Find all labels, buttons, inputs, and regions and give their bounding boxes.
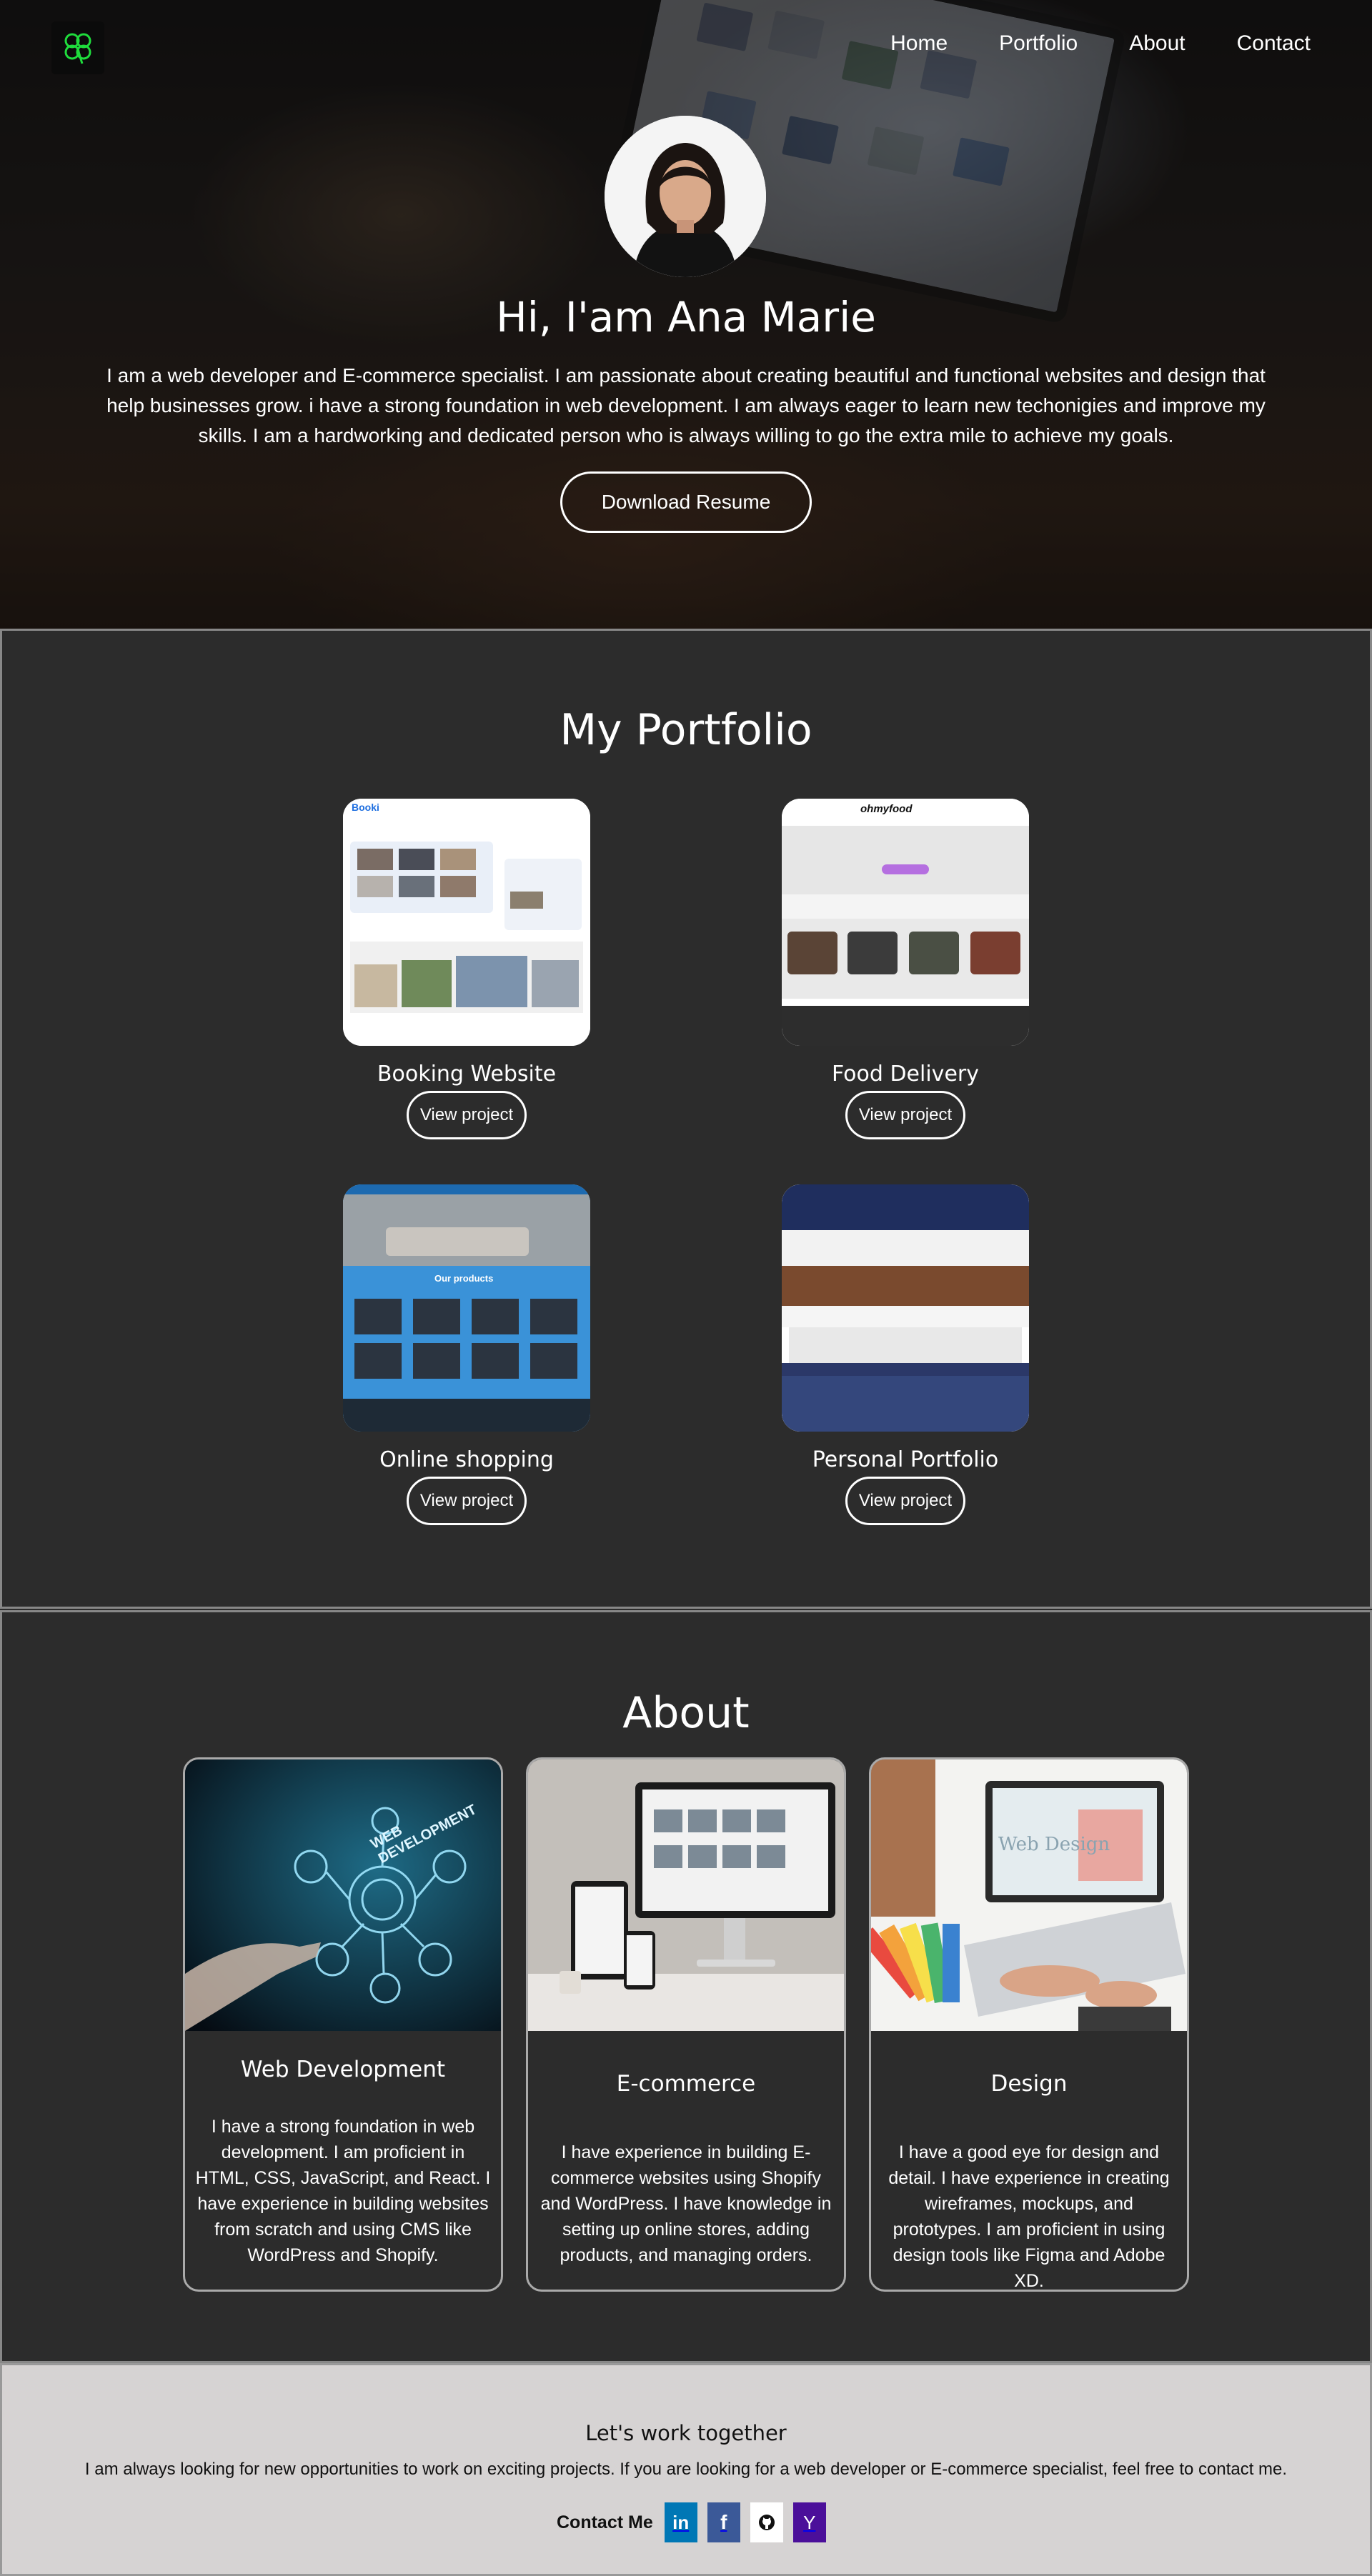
hero-description: I am a web developer and E-commerce spec… — [106, 364, 1266, 446]
yahoo-icon: Y — [803, 2511, 816, 2533]
design-image: Web Design — [871, 1759, 1187, 2031]
footer-title: Let's work together — [585, 2421, 787, 2445]
download-resume-button[interactable]: Download Resume — [560, 471, 812, 533]
about-card-design: Web Design Design I have a good eye for … — [869, 1757, 1189, 2292]
main-nav: Home Portfolio About Contact — [890, 31, 1311, 56]
avatar — [605, 116, 766, 277]
about-card-text: I have a good eye for design and detail.… — [888, 2142, 1170, 2291]
design-image-label: Web Design — [998, 1834, 1110, 1855]
view-project-button[interactable]: View project — [407, 1091, 527, 1139]
facebook-link[interactable]: f — [707, 2502, 740, 2542]
project-screenshot[interactable]: Our products — [343, 1184, 590, 1432]
project-card-shopping: Our products Online shopping View projec… — [343, 1184, 590, 1525]
portfolio-section: My Portfolio — [0, 629, 1372, 1609]
project-title: Online shopping — [379, 1447, 554, 1472]
avatar-portrait — [605, 116, 766, 277]
project-screenshot[interactable] — [782, 1184, 1029, 1432]
logo[interactable] — [51, 21, 104, 74]
footer-text: I am always looking for new opportunitie… — [84, 2460, 1288, 2479]
nav-portfolio[interactable]: Portfolio — [999, 31, 1078, 56]
clover-icon — [64, 33, 91, 64]
contact-row: Contact Me in f Y — [557, 2502, 826, 2542]
github-icon — [758, 2515, 775, 2530]
booki-logo-text: Booki — [352, 802, 379, 813]
nav-about[interactable]: About — [1129, 31, 1185, 56]
design-illustration — [871, 1759, 1187, 2031]
about-title: About — [622, 1688, 750, 1738]
project-title: Food Delivery — [831, 1062, 979, 1087]
ecommerce-image — [528, 1759, 844, 2031]
view-project-button[interactable]: View project — [845, 1477, 965, 1525]
about-card-title: E-commerce — [616, 2071, 756, 2097]
web-development-image: WEB DEVELOPMENT — [185, 1759, 501, 2031]
project-card-food: ohmyfood Food Delivery View project — [782, 799, 1029, 1139]
view-project-button[interactable]: View project — [407, 1477, 527, 1525]
ecommerce-illustration — [528, 1759, 844, 2031]
project-title: Booking Website — [377, 1062, 557, 1087]
ohmyfood-logo-text: ohmyfood — [860, 803, 913, 815]
project-title: Personal Portfolio — [812, 1447, 999, 1472]
about-card-title: Design — [990, 2071, 1068, 2097]
our-products-text: Our products — [434, 1273, 494, 1284]
linkedin-icon: in — [672, 2511, 690, 2533]
about-card-text: I have experience in building E-commerce… — [540, 2142, 832, 2265]
project-screenshot[interactable]: ohmyfood — [782, 799, 1029, 1046]
contact-footer: Let's work together I am always looking … — [0, 2363, 1372, 2576]
nav-home[interactable]: Home — [890, 31, 948, 56]
about-card-title: Web Development — [240, 2057, 446, 2082]
yahoo-link[interactable]: Y — [792, 2502, 826, 2542]
hero-title: Hi, I'am Ana Marie — [496, 293, 876, 341]
contact-label: Contact Me — [557, 2512, 653, 2532]
facebook-icon: f — [720, 2511, 727, 2533]
about-card-text: I have a strong foundation in web develo… — [195, 2117, 491, 2265]
github-link[interactable] — [750, 2502, 783, 2542]
portfolio-title: My Portfolio — [560, 705, 812, 755]
linkedin-link[interactable]: in — [664, 2502, 697, 2542]
view-project-button[interactable]: View project — [845, 1091, 965, 1139]
nav-contact[interactable]: Contact — [1237, 31, 1311, 56]
project-card-booking: Booki Booking Website View project — [343, 799, 590, 1139]
about-card-web-development: WEB DEVELOPMENT Web Development I have a… — [183, 1757, 503, 2292]
project-card-personal: Personal Portfolio View project — [782, 1184, 1029, 1525]
about-card-ecommerce: E-commerce I have experience in building… — [526, 1757, 846, 2292]
project-screenshot[interactable]: Booki — [343, 799, 590, 1046]
